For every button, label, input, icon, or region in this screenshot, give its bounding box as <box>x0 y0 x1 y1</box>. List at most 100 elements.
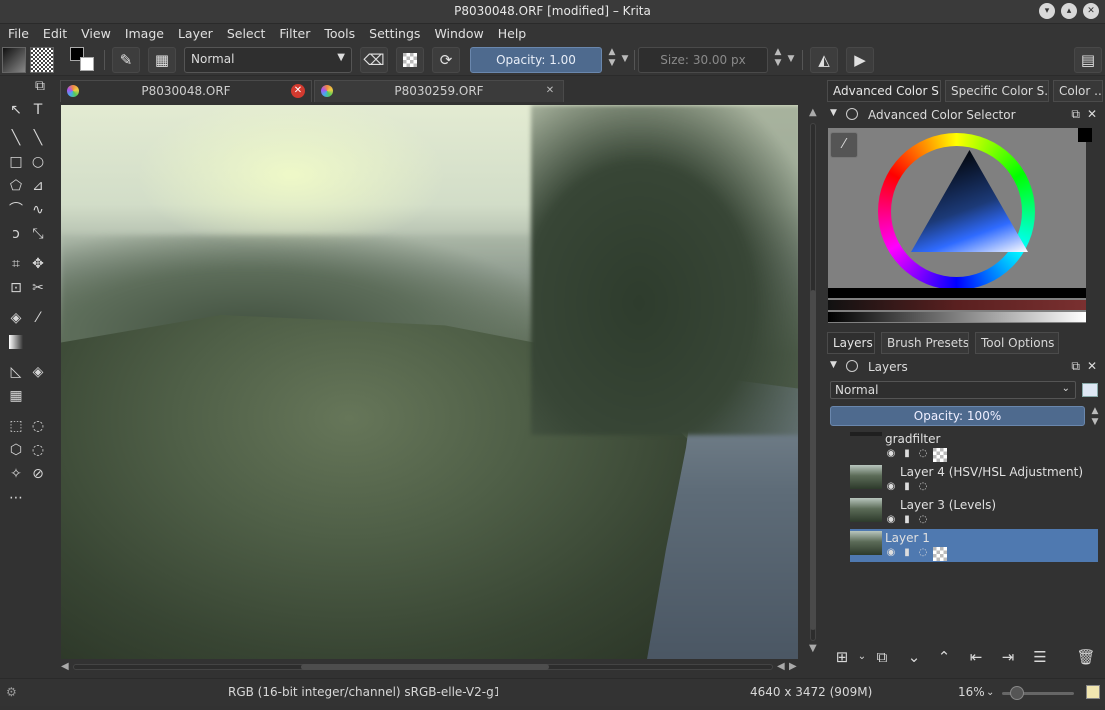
scroll-left-icon[interactable]: ◀ <box>61 661 69 672</box>
canvas-horizontal-scrollbar[interactable]: ◀ ◀ ▶ <box>61 660 801 674</box>
vertical-scroll-thumb[interactable] <box>810 290 816 630</box>
alpha-lock-icon[interactable] <box>396 47 424 73</box>
current-color-swatch[interactable] <box>1078 128 1092 142</box>
duplicate-layer-icon[interactable]: ⧉ <box>870 646 894 668</box>
multibrush-tool-icon[interactable]: ⤡ <box>28 224 48 244</box>
select-shapes-tool-icon[interactable]: ↖ <box>6 100 26 120</box>
lock-icon[interactable]: ▮ <box>901 481 913 493</box>
workspace-chooser-icon[interactable]: ▤ <box>1074 47 1102 73</box>
freehand-brush-tool-icon[interactable]: ╲ <box>6 128 26 148</box>
tab-specific-color-selector[interactable]: Specific Color S... <box>945 80 1049 102</box>
similar-select-tool-icon[interactable]: ⊘ <box>28 464 48 484</box>
polyline-tool-icon[interactable]: ⊿ <box>28 176 48 196</box>
alpha-lock-icon[interactable] <box>933 448 947 462</box>
layer-row-hsv-adjustment[interactable]: Layer 4 (HSV/HSL Adjustment) ◉ ▮ ◌ <box>850 463 1098 496</box>
close-dock-icon[interactable]: ✕ <box>1087 107 1097 121</box>
raise-layer-icon[interactable]: ⇥ <box>996 646 1020 668</box>
scroll-right-icon[interactable]: ◀ <box>777 661 785 672</box>
move-layer-up-icon[interactable]: ⌃ <box>932 646 956 668</box>
layer-properties-icon[interactable] <box>1082 383 1098 397</box>
eye-icon[interactable]: ◉ <box>885 547 897 559</box>
zoom-value[interactable]: 16% <box>958 685 985 699</box>
hue-ring[interactable] <box>878 133 1035 290</box>
alpha-lock-icon[interactable] <box>933 547 947 561</box>
perspective-grid-tool-icon[interactable]: ◈ <box>28 362 48 382</box>
saturation-value-triangle[interactable] <box>911 150 1028 252</box>
text-tool-icon[interactable]: T <box>28 100 48 120</box>
lock-icon[interactable] <box>846 360 858 372</box>
rectangle-tool-icon[interactable]: □ <box>6 152 26 172</box>
fg-bg-color-selector[interactable] <box>70 47 96 73</box>
zoom-dropdown-icon[interactable]: ⌄ <box>986 687 994 698</box>
menu-window[interactable]: Window <box>432 24 489 44</box>
menu-layer[interactable]: Layer <box>176 24 219 44</box>
menu-image[interactable]: Image <box>123 24 170 44</box>
eye-icon[interactable]: ◉ <box>885 514 897 526</box>
measure-tool-icon[interactable]: ✂ <box>28 278 48 298</box>
layer-row-levels[interactable]: Layer 3 (Levels) ◉ ▮ ◌ <box>850 496 1098 529</box>
tab-tool-options[interactable]: Tool Options <box>975 332 1059 354</box>
menu-edit[interactable]: Edit <box>41 24 73 44</box>
lock-icon[interactable]: ▮ <box>901 448 913 460</box>
lock-icon[interactable]: ▮ <box>901 514 913 526</box>
tab-layers[interactable]: Layers <box>827 332 875 354</box>
bezier-tool-icon[interactable]: ⌒ <box>6 200 26 220</box>
move-layer-down-icon[interactable]: ⌄ <box>902 646 926 668</box>
toolbox-options-icon[interactable]: ⧉ <box>30 76 50 96</box>
color-history-bar[interactable] <box>828 288 1086 298</box>
contiguous-select-tool-icon[interactable]: ✧ <box>6 464 26 484</box>
gradient-tool-icon[interactable] <box>6 332 26 352</box>
menu-help[interactable]: Help <box>496 24 533 44</box>
tab-advanced-color-selector[interactable]: Advanced Color S... <box>827 80 941 102</box>
collapse-icon[interactable]: ▼ <box>830 360 837 370</box>
brush-editor-icon[interactable]: ▦ <box>148 47 176 73</box>
menu-settings[interactable]: Settings <box>367 24 426 44</box>
advanced-color-selector[interactable]: ⁄ <box>828 128 1092 323</box>
inherit-alpha-icon[interactable]: ◌ <box>917 481 929 493</box>
lock-icon[interactable]: ▮ <box>901 547 913 559</box>
minimize-icon[interactable]: ▾ <box>1039 3 1055 19</box>
tab-color[interactable]: Color ... <box>1053 80 1103 102</box>
maximize-icon[interactable]: ▴ <box>1061 3 1077 19</box>
scroll-up-icon[interactable]: ▲ <box>809 107 817 118</box>
delete-layer-icon[interactable]: 🗑 <box>1074 646 1098 668</box>
lower-layer-icon[interactable]: ⇤ <box>964 646 988 668</box>
erase-mode-icon[interactable]: ⌫ <box>360 47 388 73</box>
scroll-down-icon[interactable]: ▼ <box>809 643 817 654</box>
brush-size-slider[interactable]: Size: 30.00 px <box>638 47 768 73</box>
common-colors-bar[interactable] <box>828 300 1086 310</box>
move-tool-icon[interactable]: ✥ <box>28 254 48 274</box>
minimal-shade-bar[interactable] <box>828 312 1086 322</box>
ellipse-tool-icon[interactable]: ○ <box>28 152 48 172</box>
background-color-swatch[interactable] <box>80 57 94 71</box>
zoom-slider-handle[interactable] <box>1010 686 1024 700</box>
assistant-tool-icon[interactable]: ◺ <box>6 362 26 382</box>
ellipse-select-tool-icon[interactable]: ◌ <box>28 416 48 436</box>
canvas-vertical-scrollbar[interactable]: ▲ ▼ <box>806 105 820 659</box>
menu-filter[interactable]: Filter <box>277 24 316 44</box>
document-info-icon[interactable] <box>1086 685 1100 699</box>
pattern-preset-icon[interactable] <box>30 47 54 73</box>
brush-preset-icon[interactable]: ✎ <box>112 47 140 73</box>
menu-file[interactable]: File <box>6 24 35 44</box>
opacity-dropdown-icon[interactable]: ▼ <box>620 47 630 73</box>
transform-tool-icon[interactable]: ⊡ <box>6 278 26 298</box>
collapse-icon[interactable]: ▼ <box>830 108 837 118</box>
menu-tools[interactable]: Tools <box>322 24 361 44</box>
layer-properties-icon[interactable]: ☰ <box>1028 646 1052 668</box>
color-space-label[interactable]: RGB (16-bit integer/channel) sRGB-elle-V… <box>228 685 498 699</box>
canvas[interactable] <box>61 105 798 659</box>
menu-select[interactable]: Select <box>225 24 272 44</box>
eye-icon[interactable]: ◉ <box>885 481 897 493</box>
brush-opacity-slider[interactable]: Opacity: 1.00 <box>470 47 602 73</box>
brush-outline-icon[interactable]: ⚙ <box>6 685 17 699</box>
close-dock-icon[interactable]: ✕ <box>1087 359 1097 373</box>
color-picker-tool-icon[interactable]: ⁄ <box>28 308 48 328</box>
inherit-alpha-icon[interactable]: ◌ <box>917 547 929 559</box>
inherit-alpha-icon[interactable]: ◌ <box>917 448 929 460</box>
tab-document-1[interactable]: P8030048.ORF ✕ <box>60 80 312 102</box>
layer-row-layer-1[interactable]: Layer 1 ◉ ▮ ◌ <box>850 529 1098 562</box>
layer-blend-mode-select[interactable]: Normal ⌄ <box>830 381 1076 399</box>
horizontal-scroll-thumb[interactable] <box>301 664 549 670</box>
crop-tool-icon[interactable]: ⌗ <box>6 254 26 274</box>
